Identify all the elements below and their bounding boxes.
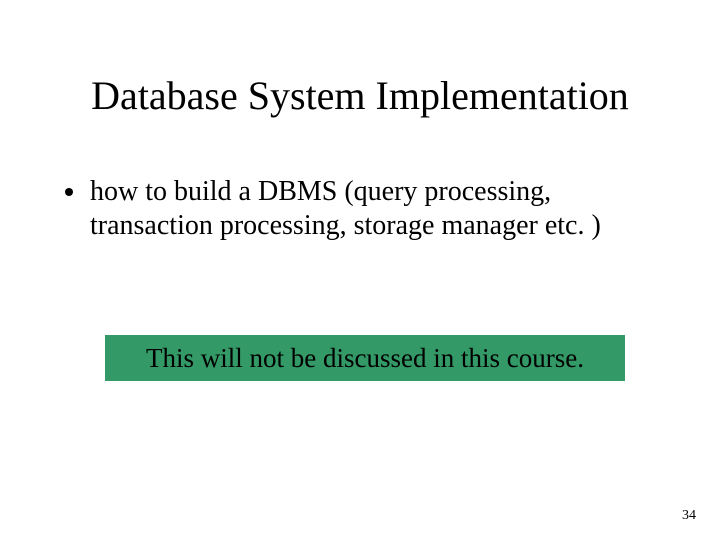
bullet-list: how to build a DBMS (query processing, t… — [62, 175, 662, 243]
bullet-item: how to build a DBMS (query processing, t… — [88, 175, 662, 243]
note-box: This will not be discussed in this cours… — [105, 335, 625, 381]
page-number: 34 — [682, 508, 696, 524]
slide: Database System Implementation how to bu… — [0, 0, 720, 540]
note-text: This will not be discussed in this cours… — [146, 343, 584, 374]
slide-title: Database System Implementation — [0, 72, 720, 119]
